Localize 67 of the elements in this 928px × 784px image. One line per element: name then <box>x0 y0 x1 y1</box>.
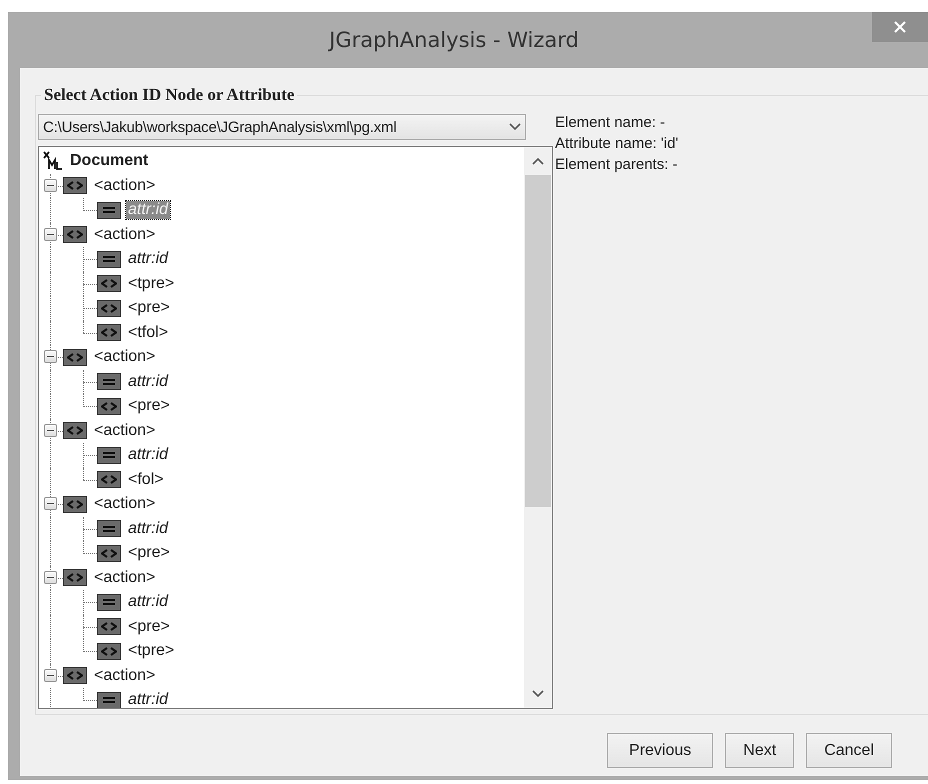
element-icon <box>97 300 121 317</box>
tree-item[interactable]: <fol> <box>126 470 166 489</box>
collapse-icon[interactable] <box>44 228 57 240</box>
element-icon <box>63 226 87 244</box>
tree-item[interactable]: <pre> <box>126 544 172 562</box>
attribute-icon <box>97 250 121 268</box>
tree-item[interactable]: attr:id <box>126 593 170 612</box>
close-button[interactable] <box>872 12 928 42</box>
attribute-icon <box>97 373 121 390</box>
tree-item[interactable]: <pre> <box>126 299 172 318</box>
tree-item[interactable]: <pre> <box>126 618 172 636</box>
collapse-icon[interactable] <box>44 668 57 682</box>
tree-item[interactable]: <action> <box>92 348 158 366</box>
attribute-icon <box>97 202 121 219</box>
tree-item[interactable]: <action> <box>92 568 158 587</box>
wizard-button[interactable]: Previous <box>607 733 714 768</box>
collapse-icon[interactable] <box>44 178 57 192</box>
element-icon <box>97 618 121 636</box>
element-icon <box>63 422 87 440</box>
attribute-icon <box>97 520 121 538</box>
tree-item[interactable]: attr:id <box>126 372 170 391</box>
tree-item[interactable]: <tpre> <box>126 274 176 293</box>
attribute-icon <box>97 594 121 611</box>
tree-item[interactable]: <action> <box>92 176 158 195</box>
info-text: Element name: - <box>555 113 666 133</box>
element-icon <box>63 667 87 684</box>
tree-item[interactable]: <action> <box>92 495 158 514</box>
attribute-icon <box>97 692 121 708</box>
element-icon <box>97 544 121 562</box>
collapse-icon[interactable] <box>44 570 57 584</box>
element-icon <box>97 324 121 342</box>
tree-item[interactable]: <action> <box>92 226 158 244</box>
wizard-button[interactable]: Next <box>725 733 794 768</box>
tree-item[interactable]: <action> <box>92 422 158 440</box>
tree-item[interactable]: attr:id <box>126 250 170 268</box>
scrollbar[interactable] <box>524 147 552 708</box>
scroll-up-icon <box>532 157 544 165</box>
info-text: Attribute name: 'id' <box>555 134 678 154</box>
tree-item[interactable]: <tfol> <box>126 324 170 342</box>
element-icon <box>97 471 121 488</box>
wizard-button[interactable]: Cancel <box>806 733 892 768</box>
collapse-icon[interactable] <box>44 424 57 436</box>
file-dropdown[interactable]: C:\Users\Jakub\workspace\JGraphAnalysis\xml\pg.xml <box>38 114 526 140</box>
scroll-down-icon <box>532 690 544 698</box>
tree-item[interactable]: <pre> <box>126 397 172 416</box>
element-icon <box>97 642 121 660</box>
tree-item[interactable]: attr:id <box>126 691 170 708</box>
collapse-icon[interactable] <box>44 497 57 510</box>
collapse-icon[interactable] <box>44 350 57 363</box>
tree-item[interactable]: Document <box>68 152 150 170</box>
tree-item[interactable]: <action> <box>92 666 158 685</box>
attribute-icon <box>97 446 121 464</box>
close-icon <box>894 21 906 33</box>
element-icon <box>97 275 121 292</box>
element-icon <box>63 569 87 586</box>
tree-item[interactable]: <tpre> <box>126 642 176 660</box>
scroll-thumb[interactable] <box>525 175 551 507</box>
tree-item[interactable]: attr:id <box>126 520 170 538</box>
element-icon <box>63 348 87 366</box>
window-title: JGraphAnalysis - Wizard <box>329 28 579 52</box>
element-icon <box>97 398 121 415</box>
element-icon <box>63 177 87 194</box>
tree-item[interactable]: attr:id <box>126 446 170 464</box>
chevron-down-icon <box>509 123 521 131</box>
element-icon <box>63 496 87 513</box>
xml-icon <box>43 151 63 172</box>
info-text: Element parents: - <box>555 155 678 175</box>
